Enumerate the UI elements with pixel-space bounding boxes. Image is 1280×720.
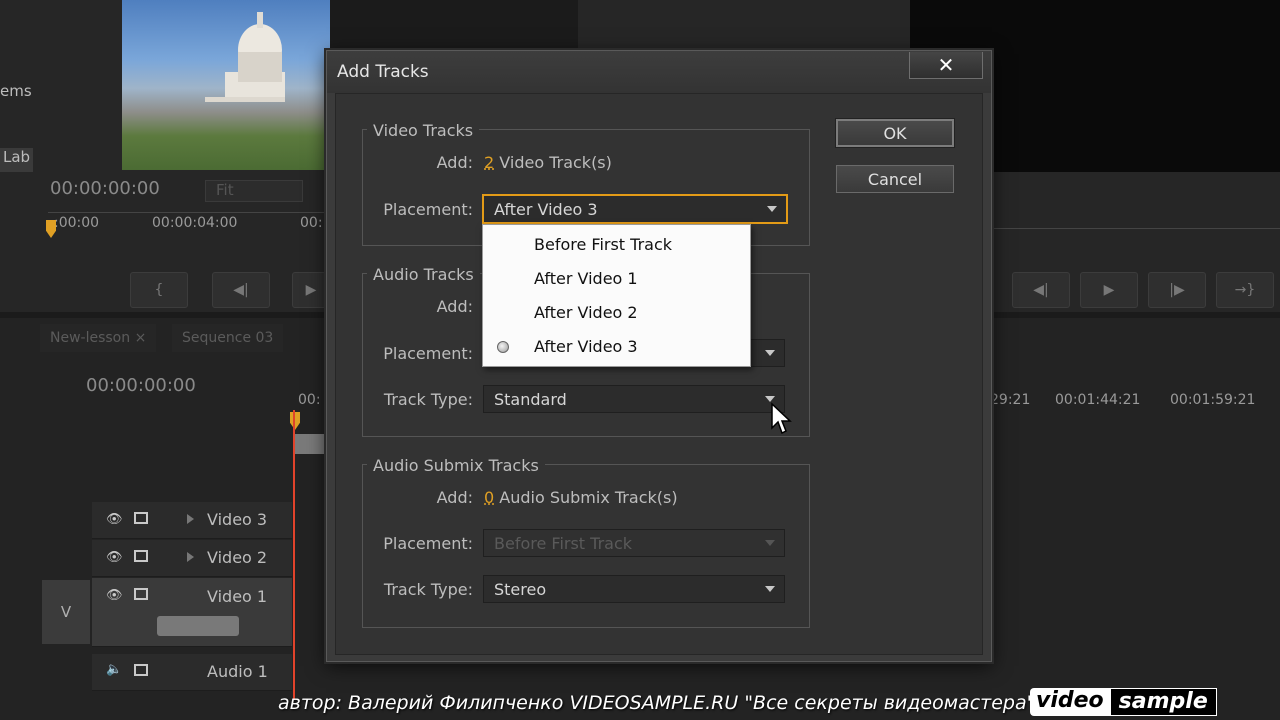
program-step-forward-button[interactable]: |▶ (1148, 272, 1206, 308)
eye-icon[interactable]: 👁 (106, 550, 123, 565)
logo-right-text: sample (1109, 688, 1217, 716)
option-label: After Video 1 (534, 269, 638, 288)
cancel-button[interactable]: Cancel (836, 165, 954, 193)
program-play-button[interactable]: ▶ (1080, 272, 1138, 308)
submix-add-suffix: Audio Submix Track(s) (499, 488, 678, 507)
videosample-logo: video sample (1030, 688, 1217, 716)
close-button[interactable]: ✕ (909, 52, 983, 79)
submix-track-type-dropdown[interactable]: Stereo (483, 575, 785, 603)
program-ruler[interactable] (990, 228, 1280, 229)
step-back-button[interactable]: ◀| (212, 272, 270, 308)
film-icon[interactable] (134, 512, 148, 524)
submix-track-type-value: Stereo (494, 580, 547, 599)
audio-track-type-value: Standard (494, 390, 567, 409)
placement-option[interactable]: After Video 1 (483, 262, 750, 296)
chevron-down-icon (756, 530, 784, 556)
source-partial-label: ems (0, 82, 32, 100)
film-icon[interactable] (134, 664, 148, 676)
video-placement-value: After Video 3 (494, 200, 598, 219)
submix-add-count-value[interactable]: 0 (484, 488, 494, 507)
option-label: After Video 3 (534, 337, 638, 356)
eye-icon[interactable]: 👁 (106, 512, 123, 527)
logo-left-text: video (1030, 688, 1110, 716)
option-label: After Video 2 (534, 303, 638, 322)
capitol-building-image (205, 12, 285, 102)
expand-triangle-icon[interactable] (187, 552, 194, 562)
timeline-work-area-bar[interactable] (295, 434, 325, 454)
source-timecode[interactable]: 00:00:00:00 (50, 178, 160, 199)
video-placement-dropdown[interactable]: After Video 3 (482, 194, 788, 224)
placement-options-list: Before First Track After Video 1 After V… (482, 224, 751, 367)
track-header-video-2[interactable]: 👁 Video 2 (92, 540, 292, 577)
program-step-back-button[interactable]: ◀| (1012, 272, 1070, 308)
submix-placement-value: Before First Track (494, 534, 633, 553)
chevron-down-icon (756, 576, 784, 602)
submix-track-type-label: Track Type: (383, 580, 473, 599)
track-name: Video 1 (207, 587, 268, 606)
submix-add-count[interactable]: 0 Audio Submix Track(s) (484, 488, 678, 507)
track-header-video-1[interactable]: 👁 Video 1 (92, 578, 292, 647)
close-icon: ✕ (937, 53, 955, 77)
keyframe-control[interactable] (157, 616, 239, 636)
audio-placement-label: Placement: (383, 344, 473, 363)
fit-dropdown-label: Fit (216, 181, 234, 199)
dialog-title: Add Tracks (337, 62, 429, 82)
fit-dropdown[interactable]: Fit (205, 180, 303, 202)
source-ruler-tick: 00:00:04:00 (152, 215, 238, 231)
track-name: Audio 1 (207, 662, 268, 681)
timeline-ruler-tick: 00: (298, 392, 321, 408)
tab-new-lesson[interactable]: New-lesson × (40, 324, 157, 352)
video-add-count[interactable]: 2 Video Track(s) (484, 153, 612, 172)
placement-option[interactable]: Before First Track (483, 228, 750, 262)
film-icon[interactable] (134, 588, 148, 600)
video-tracks-legend: Video Tracks (367, 121, 480, 140)
timeline-timecode[interactable]: 00:00:00:00 (86, 375, 196, 396)
expand-triangle-icon[interactable] (187, 514, 194, 524)
selected-radio-icon (497, 341, 509, 353)
track-header-audio-1[interactable]: 🔈 Audio 1 (92, 654, 292, 691)
tab-sequence-03[interactable]: Sequence 03 (172, 324, 284, 352)
submix-placement-label: Placement: (383, 534, 473, 553)
video-target-button[interactable]: V (42, 580, 90, 644)
option-label: Before First Track (534, 235, 673, 254)
timeline-ruler-tick: 00:01:59:21 (1170, 392, 1256, 408)
placement-option-selected[interactable]: After Video 3 (483, 330, 750, 364)
source-video-frame (122, 0, 330, 170)
submix-placement-dropdown: Before First Track (483, 529, 785, 557)
video-add-suffix: Video Track(s) (499, 153, 612, 172)
audio-add-label: Add: (436, 297, 473, 316)
tab-label: New-lesson (50, 330, 131, 346)
placement-option[interactable]: After Video 2 (483, 296, 750, 330)
audio-submix-legend: Audio Submix Tracks (367, 456, 545, 475)
audio-tracks-legend: Audio Tracks (367, 265, 480, 284)
chevron-down-icon (758, 196, 786, 222)
track-header-video-3[interactable]: 👁 Video 3 (92, 502, 292, 539)
eye-icon[interactable]: 👁 (106, 588, 123, 603)
program-goto-out-button[interactable]: →} (1216, 272, 1274, 308)
mark-in-button[interactable]: { (130, 272, 188, 308)
author-credit-text: автор: Валерий Филипченко VIDEOSAMPLE.RU… (278, 692, 1036, 714)
tab-label: Sequence 03 (182, 330, 274, 346)
audio-track-type-dropdown[interactable]: Standard (483, 385, 785, 413)
chevron-down-icon (756, 340, 784, 366)
track-name: Video 3 (207, 510, 268, 529)
video-placement-label: Placement: (383, 200, 473, 219)
ok-button[interactable]: OK (835, 118, 955, 148)
source-ruler-tick: :00:00 (54, 215, 100, 231)
label-column-header[interactable]: Lab (0, 148, 33, 172)
video-add-count-value[interactable]: 2 (484, 153, 494, 172)
timeline-ruler-tick: 29:21 (990, 392, 1031, 408)
timeline-ruler-tick: 00:01:44:21 (1055, 392, 1141, 408)
speaker-icon[interactable]: 🔈 (106, 662, 122, 677)
audio-track-type-label: Track Type: (383, 390, 473, 409)
track-name: Video 2 (207, 548, 268, 567)
source-ruler-tick: 00: (300, 215, 323, 231)
submix-add-label: Add: (436, 488, 473, 507)
video-add-label: Add: (436, 153, 473, 172)
play-button[interactable]: ▶ (292, 272, 330, 308)
mouse-cursor-icon (771, 402, 792, 435)
film-icon[interactable] (134, 550, 148, 562)
